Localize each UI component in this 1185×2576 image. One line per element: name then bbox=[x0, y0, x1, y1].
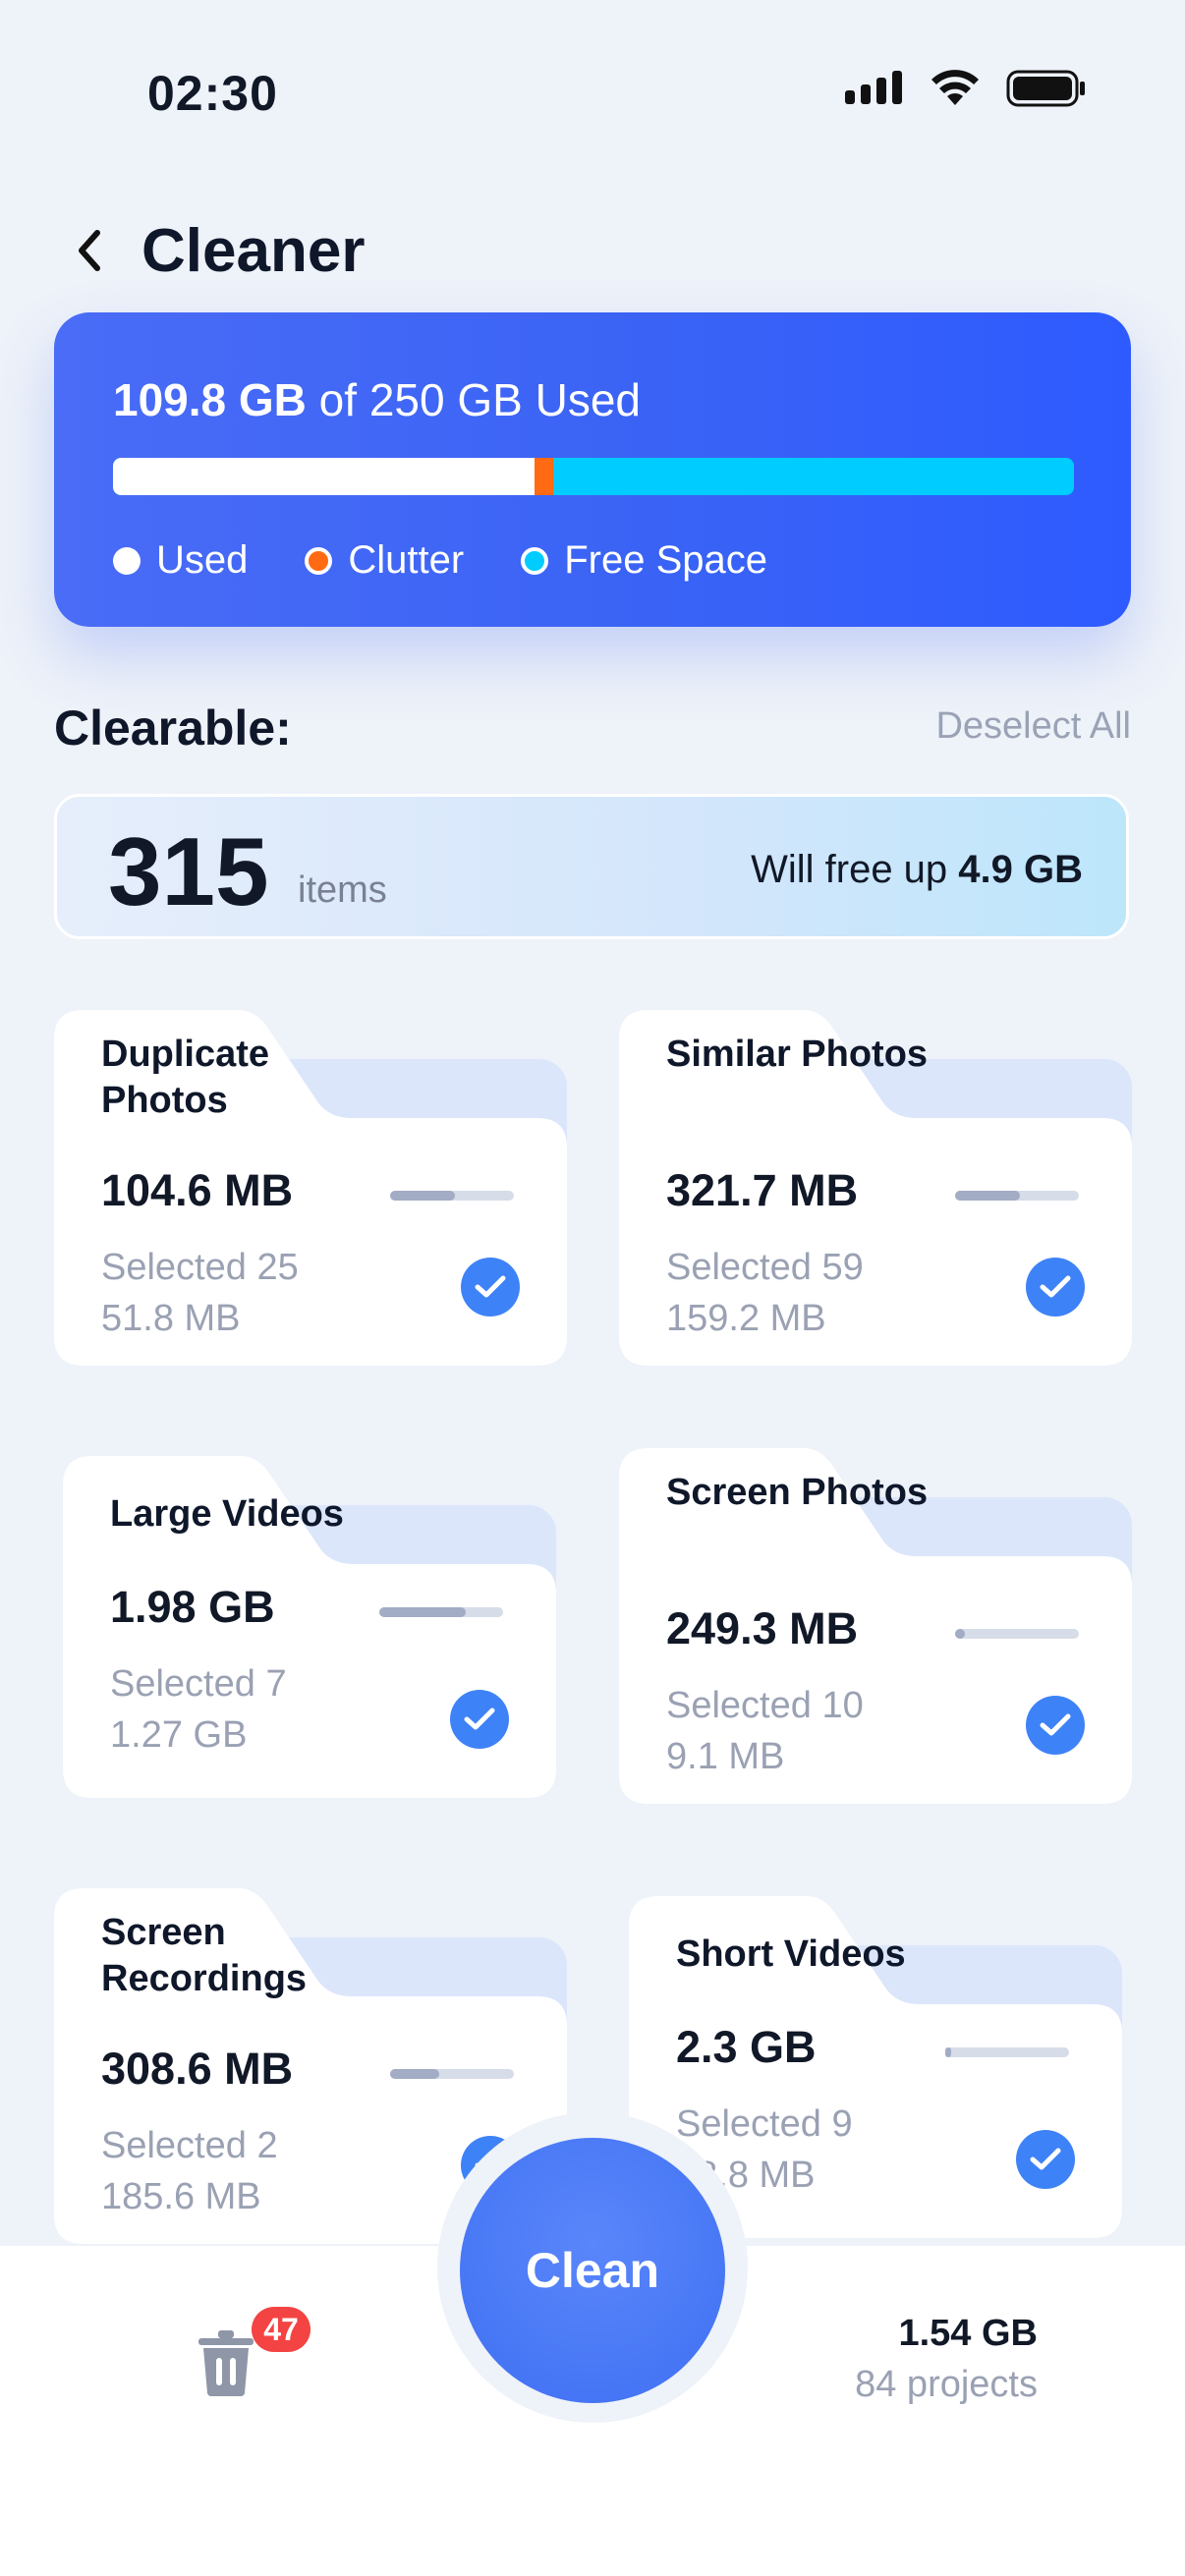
battery-icon bbox=[1006, 70, 1085, 107]
card-checkbox[interactable] bbox=[450, 1690, 509, 1749]
card-size: 1.98 GB bbox=[110, 1582, 275, 1632]
clearable-label: Clearable: bbox=[54, 700, 292, 756]
card-size: 308.6 MB bbox=[101, 2044, 294, 2094]
storage-total: of 250 GB Used bbox=[306, 374, 641, 425]
card-size-bar bbox=[955, 1629, 1079, 1639]
category-card[interactable]: Duplicate Photos 104.6 MB Selected 25 51.8 … bbox=[54, 1010, 567, 1366]
card-selected-size: 51.8 MB bbox=[101, 1298, 241, 1339]
card-checkbox[interactable] bbox=[1026, 1258, 1085, 1316]
wifi-icon bbox=[931, 70, 979, 105]
trash-icon[interactable] bbox=[197, 2328, 255, 2397]
legend-free-label: Free Space bbox=[564, 538, 767, 582]
back-button[interactable] bbox=[59, 211, 118, 290]
legend-used-label: Used bbox=[156, 538, 249, 582]
trash-badge: 47 bbox=[252, 2307, 310, 2352]
clean-button[interactable]: Clean bbox=[460, 2138, 725, 2403]
card-size: 321.7 MB bbox=[666, 1165, 859, 1215]
card-size-bar bbox=[955, 1191, 1079, 1201]
card-size-bar-fill bbox=[955, 1191, 1020, 1201]
legend-clutter-label: Clutter bbox=[348, 538, 465, 582]
storage-bar-clutter bbox=[535, 458, 553, 495]
card-size-bar bbox=[379, 1607, 503, 1617]
card-checkbox[interactable] bbox=[1016, 2130, 1075, 2189]
card-title: Screen Recordings bbox=[101, 1912, 308, 1999]
storage-used-value: 109.8 GB bbox=[113, 374, 307, 425]
checkmark-icon bbox=[1040, 1713, 1071, 1736]
card-size: 249.3 MB bbox=[666, 1603, 859, 1653]
legend-free-dot bbox=[521, 546, 549, 575]
legend-used-dot bbox=[113, 546, 141, 575]
checkmark-icon bbox=[475, 1275, 506, 1298]
card-selected-count: Selected 9 bbox=[676, 2103, 853, 2145]
free-up-text: Will free up 4.9 GB bbox=[751, 848, 1083, 892]
card-size: 2.3 GB bbox=[676, 2022, 817, 2072]
projects-size: 1.54 GB bbox=[898, 2313, 1038, 2354]
card-selected-info: Selected 7 1.27 GB bbox=[110, 1658, 287, 1761]
card-size-bar bbox=[390, 2069, 514, 2079]
header: Cleaner bbox=[59, 206, 365, 295]
card-selected-count: Selected 25 bbox=[101, 1247, 299, 1288]
storage-bar-used bbox=[113, 458, 536, 495]
legend-clutter: Clutter bbox=[305, 538, 464, 583]
status-bar: 02:30 bbox=[0, 0, 1185, 187]
card-selected-info: Selected 25 51.8 MB bbox=[101, 1242, 299, 1344]
card-size-bar bbox=[390, 1191, 514, 1201]
storage-summary: 109.8 GB of 250 GB Used bbox=[113, 373, 641, 426]
card-size-bar-fill bbox=[945, 2047, 952, 2057]
category-card[interactable]: Screen Photos 249.3 MB Selected 10 9.1 MB bbox=[619, 1448, 1132, 1804]
card-selected-size: 9.1 MB bbox=[666, 1736, 785, 1777]
card-title: Short Videos bbox=[676, 1933, 906, 1975]
card-size: 104.6 MB bbox=[101, 1165, 294, 1215]
projects-count: 84 projects bbox=[855, 2364, 1038, 2405]
checkmark-icon bbox=[1030, 2148, 1061, 2170]
clearable-summary: 315 items Will free up 4.9 GB bbox=[54, 794, 1129, 939]
storage-card: 109.8 GB of 250 GB Used Used Clutter Fre… bbox=[54, 312, 1131, 627]
page-title: Cleaner bbox=[141, 216, 366, 285]
deselect-all-button[interactable]: Deselect All bbox=[935, 705, 1131, 748]
card-selected-info: Selected 10 9.1 MB bbox=[666, 1680, 864, 1782]
card-size-bar-fill bbox=[390, 2069, 440, 2079]
card-title: Large Videos bbox=[110, 1493, 344, 1535]
card-selected-count: Selected 59 bbox=[666, 1247, 864, 1288]
card-checkbox[interactable] bbox=[461, 1258, 520, 1316]
card-selected-info: Selected 59 159.2 MB bbox=[666, 1242, 864, 1344]
card-title: Similar Photos bbox=[666, 1034, 929, 1075]
storage-legend: Used Clutter Free Space bbox=[113, 538, 767, 583]
storage-bar bbox=[113, 458, 1074, 495]
card-selected-size: 159.2 MB bbox=[666, 1298, 826, 1339]
legend-clutter-dot bbox=[305, 546, 333, 575]
status-icons bbox=[845, 69, 1087, 108]
card-checkbox[interactable] bbox=[1026, 1696, 1085, 1755]
card-selected-count: Selected 10 bbox=[666, 1685, 864, 1726]
category-card[interactable]: Large Videos 1.98 GB Selected 7 1.27 GB bbox=[63, 1456, 556, 1798]
checkmark-icon bbox=[1040, 1275, 1071, 1298]
free-up-value: 4.9 GB bbox=[958, 848, 1083, 891]
checkmark-icon bbox=[464, 1708, 495, 1730]
card-size-bar-fill bbox=[390, 1191, 455, 1201]
card-selected-size: 185.6 MB bbox=[101, 2176, 261, 2217]
card-size-bar bbox=[945, 2047, 1069, 2057]
items-count: 315 bbox=[108, 817, 269, 925]
status-time: 02:30 bbox=[147, 66, 278, 121]
card-title: Screen Photos bbox=[666, 1472, 929, 1513]
legend-free: Free Space bbox=[521, 538, 767, 583]
card-selected-count: Selected 7 bbox=[110, 1663, 287, 1705]
category-card[interactable]: Similar Photos 321.7 MB Selected 59 159.2 M… bbox=[619, 1010, 1132, 1366]
card-size-bar-fill bbox=[379, 1607, 467, 1617]
free-up-prefix: Will free up bbox=[751, 848, 959, 891]
legend-used: Used bbox=[113, 538, 248, 583]
items-unit: items bbox=[298, 869, 387, 911]
chevron-left-icon bbox=[79, 230, 100, 271]
card-title: Duplicate Photos bbox=[101, 1034, 270, 1121]
card-selected-count: Selected 2 bbox=[101, 2125, 278, 2166]
card-selected-size: 1.27 GB bbox=[110, 1714, 248, 1756]
card-size-bar-fill bbox=[955, 1629, 966, 1639]
cellular-signal-icon bbox=[845, 71, 902, 104]
card-selected-info: Selected 2 185.6 MB bbox=[101, 2120, 278, 2222]
